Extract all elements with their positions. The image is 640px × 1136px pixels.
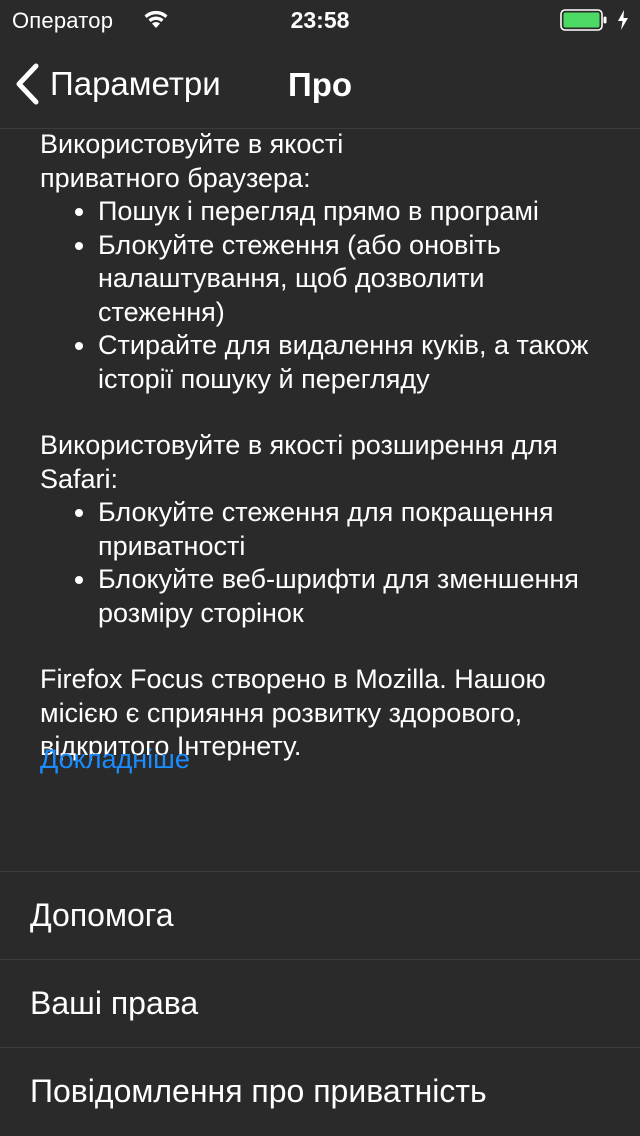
about-menu: Допомога Ваші права Повідомлення про при… bbox=[0, 871, 640, 1135]
navigation-bar: Параметри Про bbox=[0, 40, 640, 129]
learn-more-link[interactable]: Докладніше bbox=[40, 744, 190, 775]
browser-intro: Використовуйте в якості приватного брауз… bbox=[40, 129, 344, 193]
list-item: Пошук і перегляд прямо в програмі bbox=[98, 195, 600, 229]
safari-features-list: Блокуйте стеження для покращення приватн… bbox=[40, 496, 600, 630]
safari-intro: Використовуйте в якості розширення для S… bbox=[40, 430, 558, 494]
help-item[interactable]: Допомога bbox=[0, 871, 640, 959]
status-time: 23:58 bbox=[290, 7, 350, 33]
list-item: Блокуйте стеження (або оновіть налаштува… bbox=[98, 229, 600, 330]
status-bar: Оператор 23:58 bbox=[0, 0, 640, 40]
browser-features-list: Пошук і перегляд прямо в програмі Блокуй… bbox=[40, 195, 600, 396]
list-item: Стирайте для видалення куків, а також іс… bbox=[98, 329, 600, 396]
list-item: Блокуйте веб-шрифти для зменшення розмір… bbox=[98, 563, 600, 630]
charging-bolt-icon bbox=[616, 9, 630, 37]
battery-icon bbox=[560, 9, 607, 31]
page-title: Про bbox=[287, 66, 353, 103]
your-rights-item[interactable]: Ваші права bbox=[0, 959, 640, 1047]
list-item: Блокуйте стеження для покращення приватн… bbox=[98, 496, 600, 563]
privacy-notice-item[interactable]: Повідомлення про приватність bbox=[0, 1047, 640, 1135]
about-content: Використовуйте в якості приватного брауз… bbox=[40, 128, 600, 764]
